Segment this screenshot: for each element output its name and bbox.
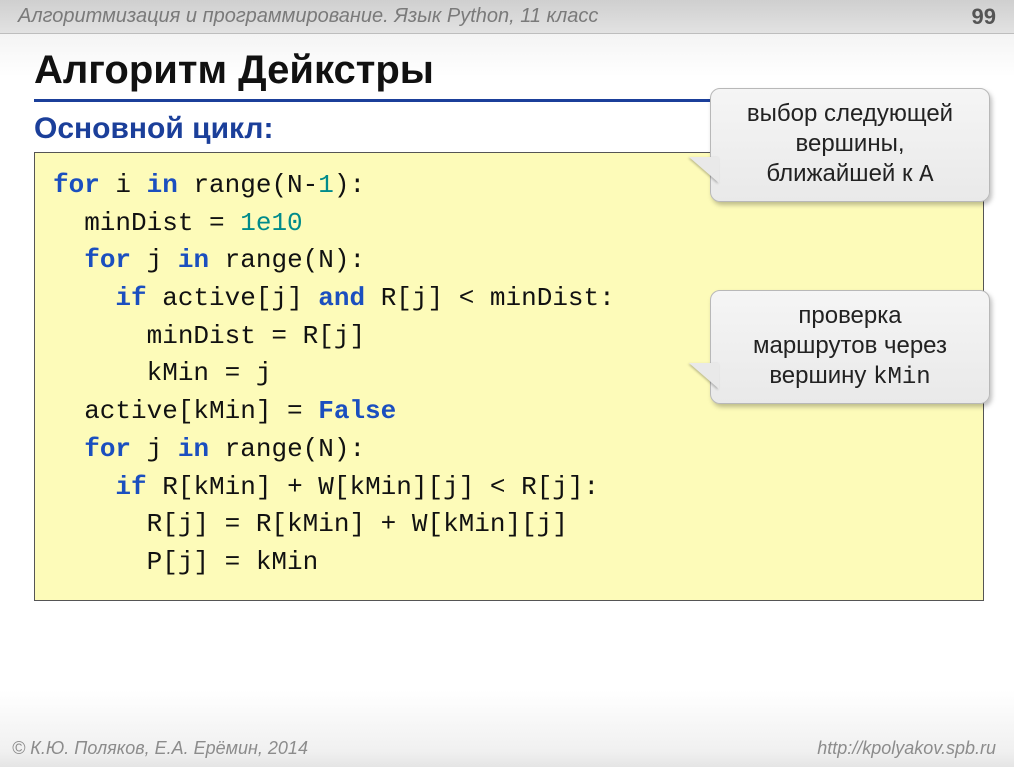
breadcrumb: Алгоритмизация и программирование. Язык … <box>18 5 598 28</box>
callout-check-routes: проверка маршрутов через вершину kMin <box>710 290 990 404</box>
slide-footer: © К.Ю. Поляков, Е.А. Ерёмин, 2014 http:/… <box>0 738 1014 763</box>
callout-code-ref: A <box>919 162 933 189</box>
callout-code-ref: kMin <box>873 364 931 391</box>
slide-header: Алгоритмизация и программирование. Язык … <box>0 0 1014 34</box>
slide-content: Алгоритм Дейкстры Основной цикл: for i i… <box>34 48 984 601</box>
num-literal: 1 <box>318 170 334 200</box>
copyright: © К.Ю. Поляков, Е.А. Ерёмин, 2014 <box>12 738 308 759</box>
kw-in: in <box>178 245 209 275</box>
kw-and: and <box>318 283 365 313</box>
source-url: http://kpolyakov.spb.ru <box>817 738 996 759</box>
callout-tail-icon <box>689 157 719 183</box>
kw-in: in <box>147 170 178 200</box>
kw-for: for <box>84 434 131 464</box>
kw-for: for <box>84 245 131 275</box>
num-literal: 1e10 <box>240 208 302 238</box>
page-number: 99 <box>972 4 996 30</box>
kw-if: if <box>115 283 146 313</box>
kw-false: False <box>318 396 396 426</box>
callout-tail-icon <box>689 363 719 389</box>
callout-select-vertex: выбор следующей вершины, ближайшей к A <box>710 88 990 202</box>
kw-for: for <box>53 170 100 200</box>
kw-in: in <box>178 434 209 464</box>
kw-if: if <box>115 472 146 502</box>
